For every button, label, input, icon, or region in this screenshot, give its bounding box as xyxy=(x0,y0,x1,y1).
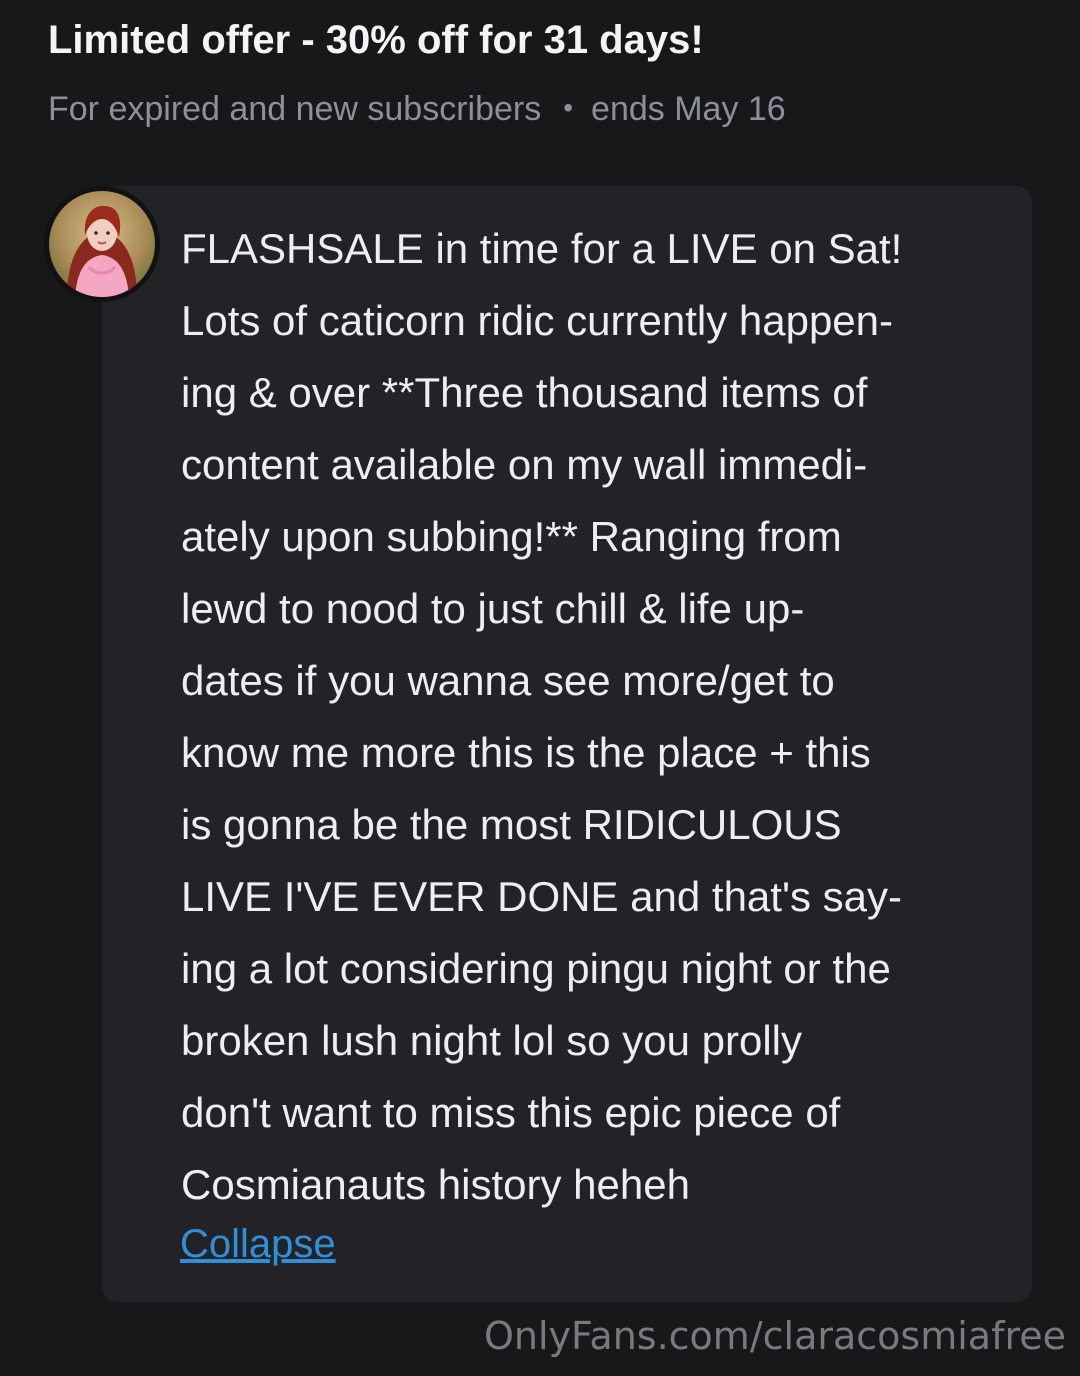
profile-avatar-icon xyxy=(49,191,155,297)
message-line: LIVE I'VE EVER DONE and that's say- xyxy=(181,873,902,920)
message-line: content available on my wall immedi- xyxy=(181,441,868,488)
offer-end-date: ends May 16 xyxy=(591,90,786,128)
offer-subline: For expired and new subscribers • ends May… xyxy=(48,90,786,129)
message-line: Cosmianauts history heheh xyxy=(181,1161,690,1208)
message-line: Lots of caticorn ridic currently happen- xyxy=(181,297,894,344)
message-line: ing a lot considering pingu night or the xyxy=(181,945,891,992)
message-line: know me more this is the place + this xyxy=(181,729,871,776)
message-line: FLASHSALE in time for a LIVE on Sat! xyxy=(181,225,903,272)
message-line: don't want to miss this epic piece of xyxy=(181,1089,841,1136)
watermark: OnlyFans.com/claracosmiafree xyxy=(484,1314,1066,1358)
message-line: ately upon subbing!** Ranging from xyxy=(181,513,842,560)
message-line: ing & over **Three thousand items of xyxy=(181,369,868,416)
collapse-link[interactable]: Collapse xyxy=(180,1222,336,1267)
message-line: dates if you wanna see more/get to xyxy=(181,657,835,704)
message-line: is gonna be the most RIDICULOUS xyxy=(181,801,842,848)
separator-dot: • xyxy=(563,92,574,123)
offer-audience: For expired and new subscribers xyxy=(48,90,542,128)
avatar[interactable] xyxy=(44,186,160,302)
offer-title: Limited offer - 30% off for 31 days! xyxy=(48,18,704,62)
message-line: broken lush night lol so you prolly xyxy=(181,1017,803,1064)
post-message: FLASHSALE in time for a LIVE on Sat! Lot… xyxy=(181,213,1011,1221)
message-line: lewd to nood to just chill & life up- xyxy=(181,585,805,632)
